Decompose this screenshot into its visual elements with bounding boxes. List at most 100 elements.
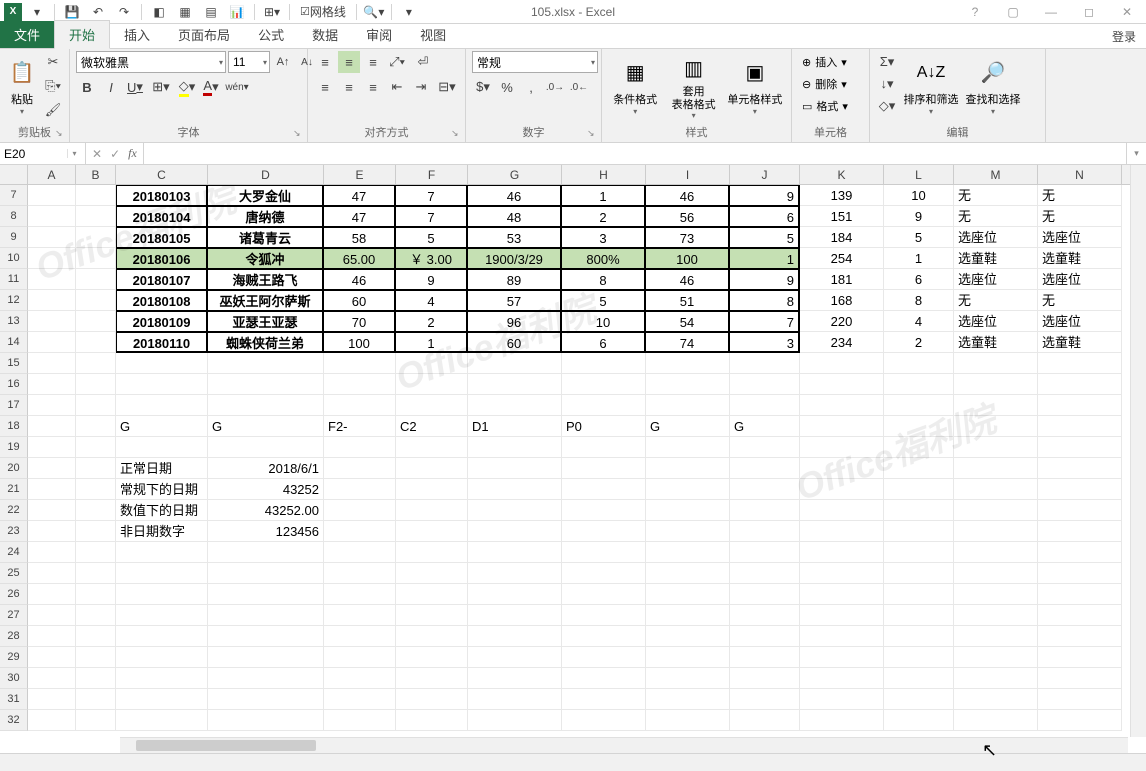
cell[interactable] [396,563,468,584]
cell[interactable] [28,584,76,605]
number-dialog-icon[interactable]: ↘ [587,128,599,140]
cell[interactable] [730,353,800,374]
cell[interactable] [396,479,468,500]
cell[interactable] [76,626,116,647]
insert-cells-button[interactable]: ⊕插入 ▾ [798,51,852,73]
cell[interactable] [646,437,730,458]
cell[interactable]: 选座位 [954,311,1038,332]
qat-custom-2-icon[interactable]: ▦ [174,2,196,22]
cell[interactable] [800,479,884,500]
cell[interactable] [468,647,562,668]
cell[interactable]: 正常日期 [116,458,208,479]
cell[interactable]: 89 [468,269,562,290]
cell[interactable] [884,437,954,458]
cell[interactable]: 3 [562,227,646,248]
cell[interactable] [208,689,324,710]
cell[interactable] [116,668,208,689]
cell[interactable] [324,479,396,500]
cell[interactable] [208,605,324,626]
cell[interactable] [208,647,324,668]
cell[interactable] [396,542,468,563]
cell[interactable] [800,689,884,710]
cell[interactable] [324,647,396,668]
cell[interactable] [116,437,208,458]
cell[interactable] [1038,395,1122,416]
cell[interactable]: 47 [324,185,396,206]
copy-icon[interactable]: ⎘▾ [42,75,64,97]
cell[interactable] [468,542,562,563]
cell[interactable] [76,689,116,710]
cell[interactable]: 8 [730,290,800,311]
cell[interactable]: 51 [646,290,730,311]
row-header[interactable]: 10 [0,248,28,269]
cell[interactable] [954,542,1038,563]
cell[interactable] [116,542,208,563]
row-header[interactable]: 22 [0,500,28,521]
cell[interactable] [208,374,324,395]
cell[interactable] [800,563,884,584]
cell[interactable] [1038,584,1122,605]
font-color-button[interactable]: A▾ [200,76,222,98]
cell[interactable]: 20180106 [116,248,208,269]
cell[interactable] [116,710,208,731]
cell[interactable] [884,647,954,668]
cell[interactable] [1038,542,1122,563]
cell[interactable]: 65.00 [324,248,396,269]
alignment-dialog-icon[interactable]: ↘ [451,128,463,140]
cell[interactable]: 151 [800,206,884,227]
cell[interactable] [884,563,954,584]
cell[interactable]: 1 [884,248,954,269]
cell[interactable] [730,626,800,647]
redo-icon[interactable]: ↷ [113,2,135,22]
cell[interactable] [324,374,396,395]
cell[interactable]: 20180107 [116,269,208,290]
cell[interactable]: 53 [468,227,562,248]
cell[interactable] [28,374,76,395]
cell[interactable] [884,710,954,731]
fill-color-button[interactable]: ◇▾ [176,76,198,98]
accounting-format-icon[interactable]: $▾ [472,76,494,98]
cell[interactable] [116,395,208,416]
cell[interactable] [396,353,468,374]
cell[interactable] [954,479,1038,500]
cell[interactable]: 54 [646,311,730,332]
cell[interactable]: 4 [396,290,468,311]
cell[interactable]: 20180109 [116,311,208,332]
align-right-icon[interactable]: ≡ [362,76,384,98]
row-header[interactable]: 32 [0,710,28,731]
cell[interactable]: 亚瑟王亚瑟 [208,311,324,332]
cell[interactable] [468,479,562,500]
cell[interactable] [800,647,884,668]
format-painter-icon[interactable]: 🖌 [42,99,64,121]
cell[interactable]: 5 [396,227,468,248]
cell[interactable] [1038,647,1122,668]
maximize-icon[interactable]: ◻ [1074,2,1104,22]
cell[interactable] [468,437,562,458]
cell[interactable] [562,668,646,689]
cell[interactable] [324,458,396,479]
comma-format-icon[interactable]: , [520,76,542,98]
select-all-corner[interactable] [0,165,28,184]
row-header[interactable]: 15 [0,353,28,374]
cell[interactable] [324,563,396,584]
cell[interactable]: 60 [324,290,396,311]
cell[interactable] [28,353,76,374]
col-header-L[interactable]: L [884,165,954,184]
cell[interactable] [646,605,730,626]
cell[interactable] [646,563,730,584]
cell[interactable]: 123456 [208,521,324,542]
cell[interactable] [468,500,562,521]
cell[interactable] [646,395,730,416]
cell[interactable]: G [116,416,208,437]
cell[interactable] [28,248,76,269]
cell[interactable] [646,668,730,689]
border-button[interactable]: ⊞▾ [150,76,172,98]
cell[interactable] [28,185,76,206]
cell[interactable] [76,395,116,416]
cell[interactable] [562,374,646,395]
cell[interactable] [76,542,116,563]
cell[interactable]: 3 [730,332,800,353]
cell[interactable]: 20180110 [116,332,208,353]
cell[interactable] [646,542,730,563]
cell[interactable] [208,437,324,458]
